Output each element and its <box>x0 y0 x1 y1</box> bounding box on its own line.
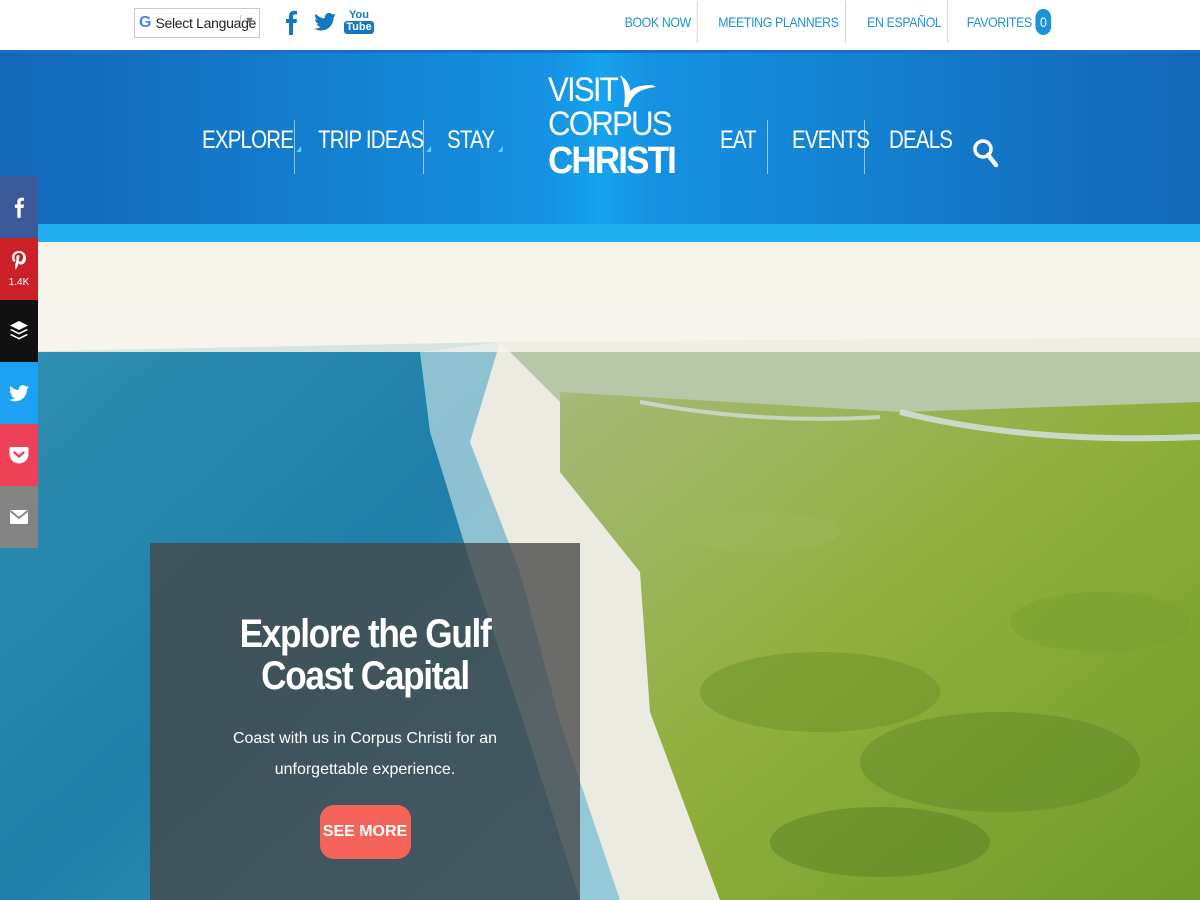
caret-icon <box>426 146 432 152</box>
nav-trip-ideas[interactable]: TRIP IDEAS <box>318 53 432 227</box>
nav-divider <box>423 120 424 174</box>
buffer-icon <box>10 321 28 340</box>
nav-eat-label: EAT <box>720 125 757 154</box>
see-more-button[interactable]: SEE MORE <box>319 805 411 859</box>
share-sidebar: 1.4K <box>0 176 38 548</box>
utility-bar: G Select Language ▼ You Tube BOOK NOW ME… <box>0 0 1200 50</box>
share-facebook-button[interactable] <box>0 176 38 238</box>
facebook-icon <box>14 197 24 218</box>
nav-explore[interactable]: EXPLORE <box>202 53 302 227</box>
dropdown-arrow-icon: ▼ <box>240 15 255 27</box>
share-twitter-button[interactable] <box>0 362 38 424</box>
youtube-tube-text: Tube <box>344 21 374 34</box>
twitter-icon[interactable] <box>314 6 336 38</box>
google-icon: G <box>139 14 152 31</box>
pocket-icon <box>9 447 29 464</box>
facebook-icon[interactable] <box>280 6 302 38</box>
nav-divider <box>294 120 295 174</box>
site-logo[interactable]: VISIT CORPUS CHRISTI <box>548 73 677 203</box>
pinterest-icon <box>12 250 26 269</box>
logo-line-christi: CHRISTI <box>548 140 677 182</box>
nav-explore-label: EXPLORE <box>202 125 294 154</box>
nav-stay[interactable]: STAY <box>447 53 503 227</box>
pinterest-share-count: 1.4K <box>8 276 30 288</box>
meeting-planners-link[interactable]: MEETING PLANNERS <box>712 1 846 43</box>
social-links: You Tube <box>280 6 374 38</box>
share-pocket-button[interactable] <box>0 424 38 486</box>
nav-deals-label: DEALS <box>889 125 953 154</box>
caret-icon <box>497 146 503 152</box>
hero-text: Coast with us in Corpus Christi for an u… <box>232 730 498 778</box>
caret-icon <box>296 146 302 152</box>
language-select[interactable]: G Select Language ▼ <box>134 8 260 38</box>
favorites-link[interactable]: FAVORITES 0 <box>961 1 1058 43</box>
twitter-icon <box>9 384 29 401</box>
pelican-icon <box>620 75 656 107</box>
nav-divider <box>767 120 768 174</box>
favorites-count-badge: 0 <box>1035 9 1052 35</box>
email-icon <box>9 510 29 524</box>
nav-events-label: EVENTS <box>792 125 870 154</box>
nav-events[interactable]: EVENTS <box>792 53 870 227</box>
share-buffer-button[interactable] <box>0 300 38 362</box>
en-espanol-link[interactable]: EN ESPAÑOL <box>861 1 949 43</box>
book-now-link[interactable]: BOOK NOW <box>618 1 698 43</box>
youtube-you-text: You <box>349 9 369 21</box>
youtube-icon[interactable]: You Tube <box>344 6 374 38</box>
nav-stay-label: STAY <box>447 125 495 154</box>
main-header: EXPLORE TRIP IDEAS STAY VISIT CORPUS CHR… <box>0 50 1200 224</box>
share-pinterest-button[interactable]: 1.4K <box>0 238 38 300</box>
hero-title: Explore the Gulf Coast Capital <box>239 612 492 698</box>
favorites-label: FAVORITES <box>966 14 1032 30</box>
nav-deals[interactable]: DEALS <box>889 53 953 227</box>
top-links: BOOK NOW MEETING PLANNERS EN ESPAÑOL FAV… <box>613 0 1064 44</box>
header-stripe <box>0 224 1200 242</box>
nav-divider <box>864 120 865 174</box>
share-email-button[interactable] <box>0 486 38 548</box>
hero-card: Explore the Gulf Coast Capital Coast wit… <box>150 543 580 900</box>
search-icon[interactable] <box>972 137 1000 169</box>
nav-trip-ideas-label: TRIP IDEAS <box>318 125 424 154</box>
nav-eat[interactable]: EAT <box>720 53 757 227</box>
